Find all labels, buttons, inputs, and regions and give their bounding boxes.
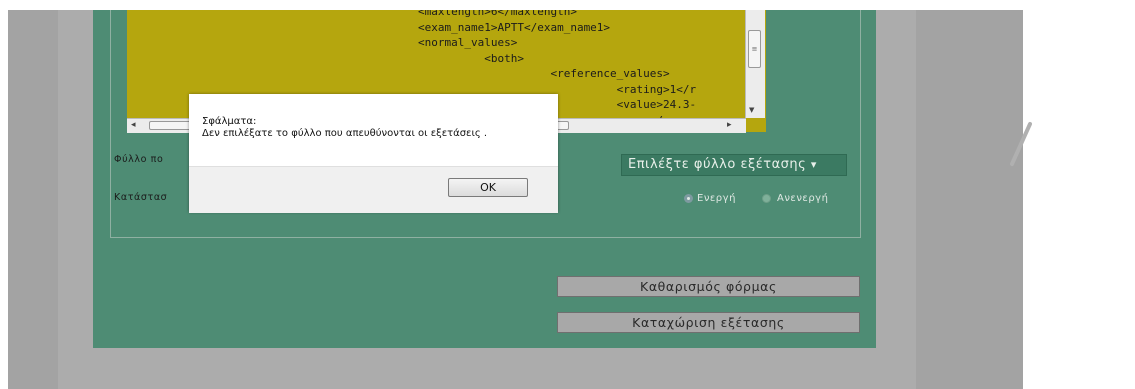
ok-button[interactable]: OK (448, 178, 528, 197)
xml-vertical-scrollbar[interactable]: ≡ ▼ (745, 10, 765, 118)
sheet-label: Φύλλο πο (114, 154, 164, 165)
scroll-right-arrow-icon[interactable]: ▸ (727, 119, 732, 132)
status-active-radio[interactable] (684, 194, 693, 203)
scroll-left-arrow-icon[interactable]: ◂ (131, 119, 136, 132)
vertical-scroll-thumb[interactable]: ≡ (748, 30, 761, 68)
status-label: Κατάστασ (114, 192, 168, 203)
exam-sheet-select[interactable]: Επιλέξτε φύλλο εξέτασης ▾ (621, 154, 847, 176)
clear-form-button[interactable]: Καθαρισμός φόρμας (557, 276, 860, 297)
dialog-message: Δεν επιλέξατε το φύλλο που απευθύνονται … (202, 128, 488, 139)
chevron-down-icon: ▾ (810, 158, 817, 171)
status-inactive-label[interactable]: Ανενεργή (777, 193, 828, 204)
exam-sheet-select-value: Επιλέξτε φύλλο εξέτασης (628, 157, 807, 172)
scroll-down-arrow-icon[interactable]: ▼ (749, 106, 754, 114)
dialog-title: Σφάλματα: (202, 116, 257, 127)
submit-exam-button[interactable]: Καταχώριση εξέτασης (557, 312, 860, 333)
status-active-label[interactable]: Ενεργή (697, 193, 736, 204)
error-dialog: Σφάλματα: Δεν επιλέξατε το φύλλο που απε… (189, 94, 558, 213)
status-inactive-radio[interactable] (762, 194, 771, 203)
annotation-slash-mark (1010, 122, 1032, 166)
